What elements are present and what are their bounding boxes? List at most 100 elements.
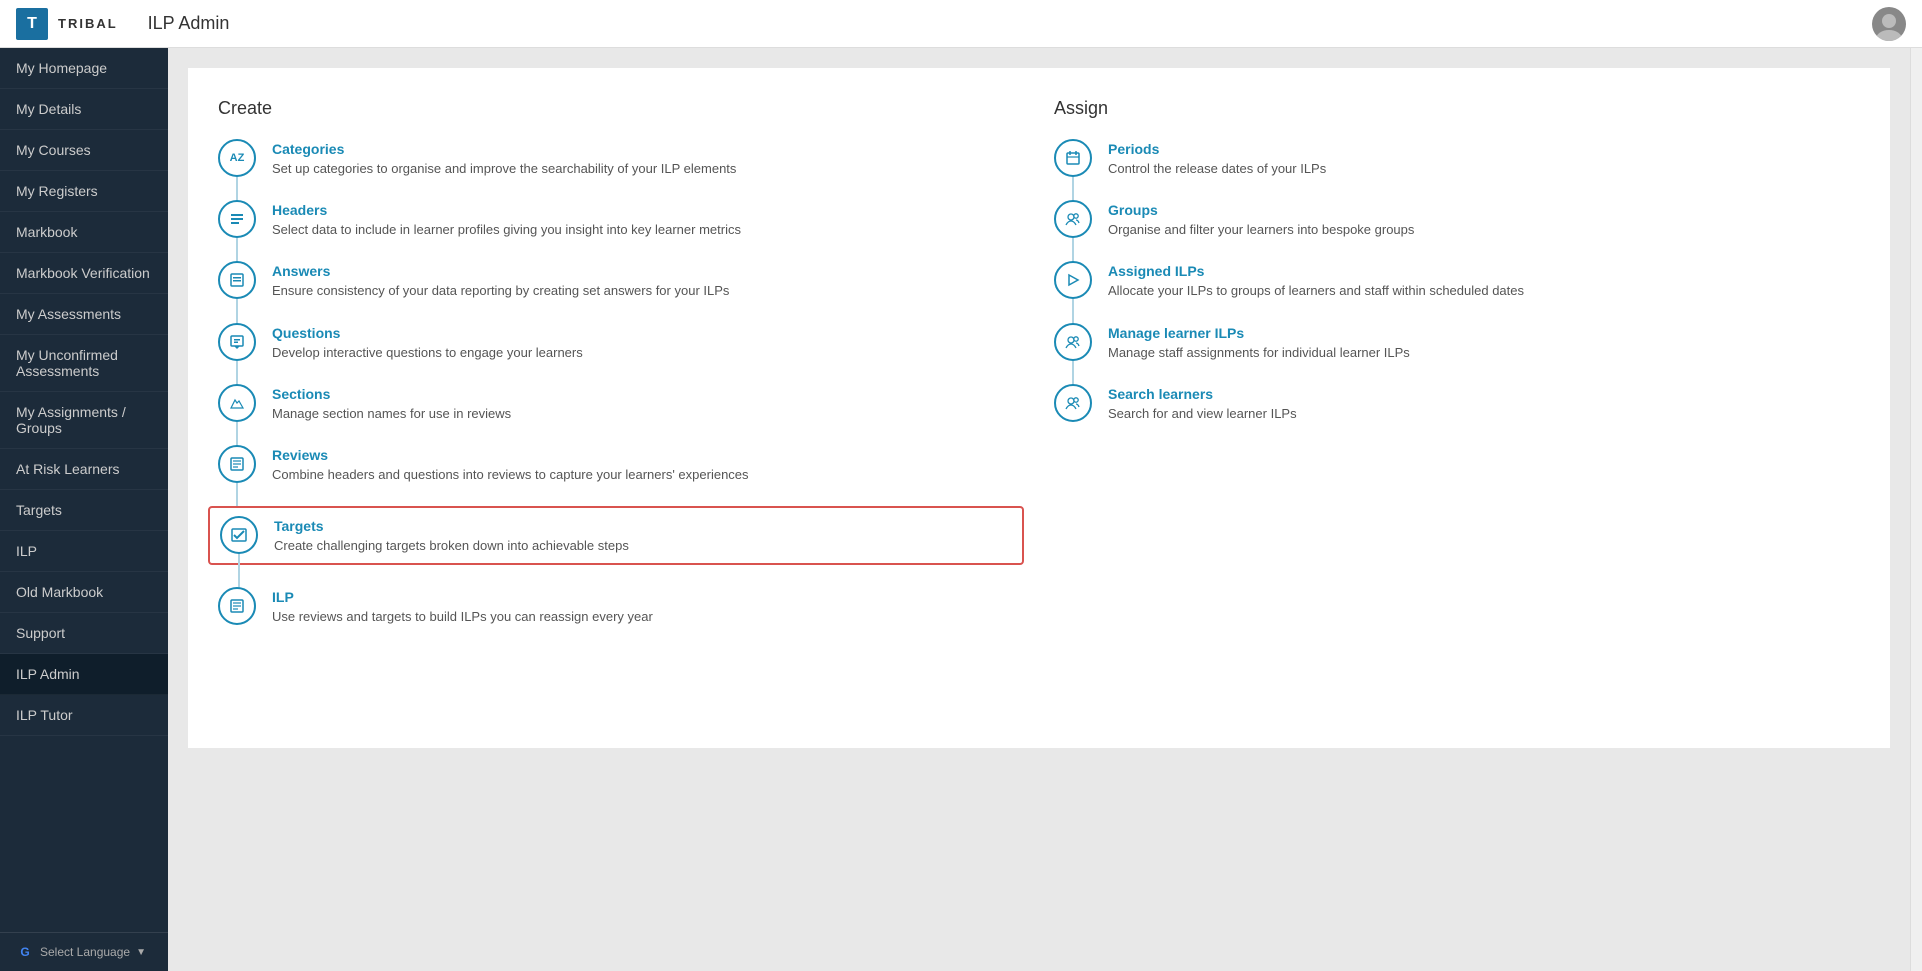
header-right — [1872, 7, 1906, 41]
assignedilps-desc: Allocate your ILPs to groups of learners… — [1108, 282, 1860, 300]
searchlearners-desc: Search for and view learner ILPs — [1108, 405, 1860, 423]
searchlearners-link[interactable]: Search learners — [1108, 386, 1213, 402]
sidebar-item-myassignmentsgroups[interactable]: My Assignments / Groups — [0, 392, 168, 449]
answers-desc: Ensure consistency of your data reportin… — [272, 282, 1024, 300]
sidebar-item-atrisklearners[interactable]: At Risk Learners — [0, 449, 168, 490]
sections-desc: Manage section names for use in reviews — [272, 405, 1024, 423]
main-layout: My Homepage My Details My Courses My Reg… — [0, 48, 1922, 971]
assign-item-managelearnedilps: Manage learner ILPs Manage staff assignm… — [1054, 323, 1860, 362]
sidebar-item-myhomepage[interactable]: My Homepage — [0, 48, 168, 89]
create-item-questions: Questions Develop interactive questions … — [218, 323, 1024, 362]
reviews-icon — [218, 445, 256, 483]
create-timeline: AZ Categories Set up categories to organ… — [218, 139, 1024, 627]
managelearnerilps-link[interactable]: Manage learner ILPs — [1108, 325, 1244, 341]
select-language-label: Select Language — [40, 945, 130, 959]
targets-content: Targets Create challenging targets broke… — [274, 516, 1012, 555]
assignedilps-link[interactable]: Assigned ILPs — [1108, 263, 1204, 279]
google-icon: G — [16, 943, 34, 961]
sidebar-item-markbookverification[interactable]: Markbook Verification — [0, 253, 168, 294]
questions-icon — [218, 323, 256, 361]
sidebar-item-oldmarkbook[interactable]: Old Markbook — [0, 572, 168, 613]
assign-item-searchlearners: Search learners Search for and view lear… — [1054, 384, 1860, 423]
targets-desc: Create challenging targets broken down i… — [274, 537, 1012, 555]
ilp-create-link[interactable]: ILP — [272, 589, 294, 605]
periods-link[interactable]: Periods — [1108, 141, 1159, 157]
create-item-sections: Sections Manage section names for use in… — [218, 384, 1024, 423]
ilp-create-desc: Use reviews and targets to build ILPs yo… — [272, 608, 1024, 626]
reviews-link[interactable]: Reviews — [272, 447, 328, 463]
managelearnerilps-icon — [1054, 323, 1092, 361]
targets-icon — [220, 516, 258, 554]
managelearnerilps-desc: Manage staff assignments for individual … — [1108, 344, 1860, 362]
questions-desc: Develop interactive questions to engage … — [272, 344, 1024, 362]
assign-item-assignedilps: Assigned ILPs Allocate your ILPs to grou… — [1054, 261, 1860, 300]
create-item-answers: Answers Ensure consistency of your data … — [218, 261, 1024, 300]
sidebar-item-ilp[interactable]: ILP — [0, 531, 168, 572]
scrollbar[interactable] — [1910, 48, 1922, 971]
sidebar-item-targets[interactable]: Targets — [0, 490, 168, 531]
groups-desc: Organise and filter your learners into b… — [1108, 221, 1860, 239]
answers-icon — [218, 261, 256, 299]
page-title: ILP Admin — [148, 13, 230, 34]
create-item-ilp: ILP Use reviews and targets to build ILP… — [218, 587, 1024, 626]
dropdown-arrow-icon: ▼ — [136, 947, 146, 958]
logo-area: T TRIBAL — [16, 8, 118, 40]
periods-icon — [1054, 139, 1092, 177]
assign-item-periods: Periods Control the release dates of you… — [1054, 139, 1860, 178]
categories-content: Categories Set up categories to organise… — [272, 139, 1024, 178]
targets-link[interactable]: Targets — [274, 518, 324, 534]
sidebar-item-myassessments[interactable]: My Assessments — [0, 294, 168, 335]
assign-section: Assign — [1054, 98, 1860, 649]
sidebar-item-support[interactable]: Support — [0, 613, 168, 654]
create-item-targets: Targets Create challenging targets broke… — [208, 506, 1024, 565]
searchlearners-icon — [1054, 384, 1092, 422]
sidebar-item-myunconfirmedassessments[interactable]: My Unconfirmed Assessments — [0, 335, 168, 392]
sidebar-item-mycourses[interactable]: My Courses — [0, 130, 168, 171]
content-area: Create AZ Categories Set up categories t… — [168, 48, 1910, 971]
periods-content: Periods Control the release dates of you… — [1108, 139, 1860, 178]
questions-link[interactable]: Questions — [272, 325, 340, 341]
categories-desc: Set up categories to organise and improv… — [272, 160, 1024, 178]
assignedilps-icon — [1054, 261, 1092, 299]
brand-name: TRIBAL — [58, 16, 118, 31]
sidebar-item-markbook[interactable]: Markbook — [0, 212, 168, 253]
reviews-desc: Combine headers and questions into revie… — [272, 466, 1024, 484]
sidebar-item-ilptutor[interactable]: ILP Tutor — [0, 695, 168, 736]
sections-icon — [218, 384, 256, 422]
answers-link[interactable]: Answers — [272, 263, 330, 279]
create-section: Create AZ Categories Set up categories t… — [218, 98, 1024, 649]
sidebar-item-ilpadmin[interactable]: ILP Admin — [0, 654, 168, 695]
ilp-create-icon — [218, 587, 256, 625]
ilp-create-content: ILP Use reviews and targets to build ILP… — [272, 587, 1024, 626]
groups-link[interactable]: Groups — [1108, 202, 1158, 218]
managelearnerilps-content: Manage learner ILPs Manage staff assignm… — [1108, 323, 1860, 362]
create-item-reviews: Reviews Combine headers and questions in… — [218, 445, 1024, 484]
headers-icon — [218, 200, 256, 238]
create-item-headers: Headers Select data to include in learne… — [218, 200, 1024, 239]
user-avatar[interactable] — [1872, 7, 1906, 41]
sections-content: Sections Manage section names for use in… — [272, 384, 1024, 423]
headers-desc: Select data to include in learner profil… — [272, 221, 1024, 239]
create-section-title: Create — [218, 98, 1024, 119]
headers-link[interactable]: Headers — [272, 202, 327, 218]
groups-content: Groups Organise and filter your learners… — [1108, 200, 1860, 239]
answers-content: Answers Ensure consistency of your data … — [272, 261, 1024, 300]
top-header: T TRIBAL ILP Admin — [0, 0, 1922, 48]
sidebar-item-mydetails[interactable]: My Details — [0, 89, 168, 130]
categories-icon: AZ — [218, 139, 256, 177]
sidebar-item-myregisters[interactable]: My Registers — [0, 171, 168, 212]
sidebar: My Homepage My Details My Courses My Reg… — [0, 48, 168, 971]
tribal-logo: T — [16, 8, 48, 40]
reviews-content: Reviews Combine headers and questions in… — [272, 445, 1024, 484]
periods-desc: Control the release dates of your ILPs — [1108, 160, 1860, 178]
categories-link[interactable]: Categories — [272, 141, 344, 157]
content-panel: Create AZ Categories Set up categories t… — [188, 68, 1890, 748]
questions-content: Questions Develop interactive questions … — [272, 323, 1024, 362]
sections-link[interactable]: Sections — [272, 386, 330, 402]
sidebar-footer[interactable]: G Select Language ▼ — [0, 932, 168, 971]
headers-content: Headers Select data to include in learne… — [272, 200, 1024, 239]
assign-item-groups: Groups Organise and filter your learners… — [1054, 200, 1860, 239]
groups-icon — [1054, 200, 1092, 238]
assign-section-title: Assign — [1054, 98, 1860, 119]
two-col-layout: Create AZ Categories Set up categories t… — [218, 98, 1860, 649]
